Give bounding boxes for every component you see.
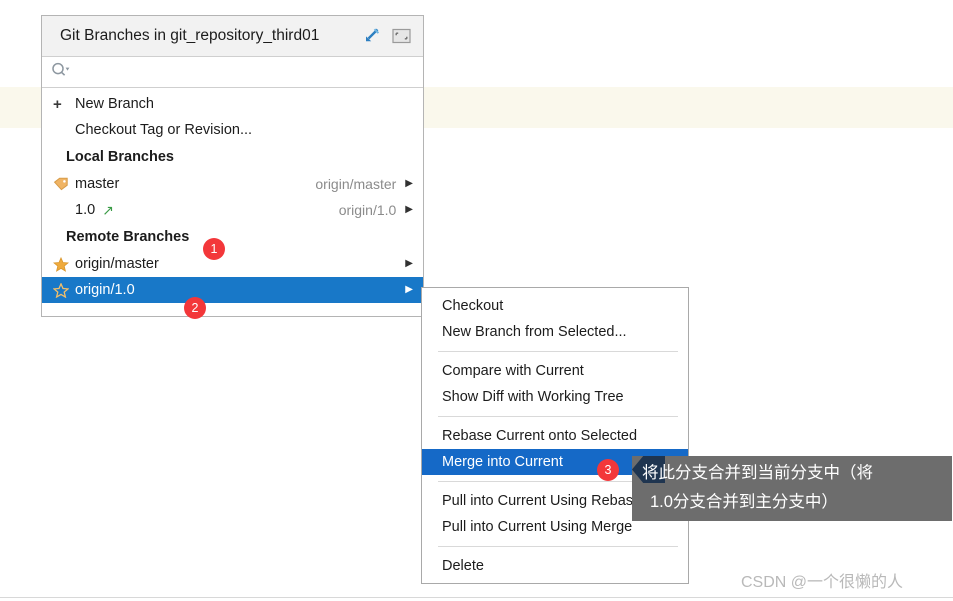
tracking-branch: origin/1.0 [338, 202, 397, 218]
menu-item-label: Show Diff with Working Tree [442, 389, 624, 405]
panel-title-bar: Git Branches in git_repository_third01 [42, 16, 423, 57]
menu-item-label: Compare with Current [442, 363, 584, 379]
title-actions [361, 27, 423, 45]
branch-name: origin/master [75, 256, 159, 272]
branch-row-1-0[interactable]: 1.0 ↗ origin/1.0 ▶ [42, 197, 423, 223]
tooltip-line-1: 将此分支合并到当前分支中（将 [642, 464, 873, 482]
menu-separator [438, 546, 678, 547]
menu-item-delete[interactable]: Delete [422, 553, 688, 579]
bottom-divider [0, 597, 953, 598]
action-new-branch[interactable]: + New Branch [42, 91, 423, 117]
menu-item-label: Pull into Current Using Rebase [442, 493, 642, 509]
tag-icon [53, 177, 75, 191]
section-label: Remote Branches [66, 229, 190, 245]
section-header-local-branches: Local Branches [42, 143, 423, 171]
branch-row-origin-master[interactable]: origin/master ▶ [42, 251, 423, 277]
git-branches-panel: Git Branches in git_repository_third01 +… [41, 15, 424, 317]
section-header-remote-branches: Remote Branches [42, 223, 423, 251]
chevron-right-icon[interactable]: ▶ [405, 285, 413, 295]
step-badge-3: 3 [597, 459, 619, 481]
branch-name: 1.0 [75, 202, 96, 218]
page-title: Git Branches in git_repository_third01 [60, 27, 320, 44]
branch-name: master [75, 176, 120, 192]
action-label: Checkout Tag or Revision... [75, 122, 253, 138]
menu-separator [438, 351, 678, 352]
settings-arrow-icon[interactable] [361, 27, 381, 45]
branch-list: + New Branch Checkout Tag or Revision...… [42, 88, 423, 303]
menu-separator [438, 416, 678, 417]
watermark: CSDN @一个很懒的人 [741, 574, 904, 591]
menu-item-checkout[interactable]: Checkout [422, 293, 688, 319]
search-row[interactable] [42, 57, 423, 88]
menu-item-label: Rebase Current onto Selected [442, 428, 638, 444]
step-badge-1: 1 [203, 238, 225, 260]
menu-item-label: Delete [442, 558, 484, 574]
menu-item-label: Merge into Current [442, 454, 563, 470]
star-filled-icon [53, 256, 75, 272]
menu-item-new-branch-from-selected[interactable]: New Branch from Selected... [422, 319, 688, 345]
restore-window-icon[interactable] [391, 27, 411, 45]
action-checkout-tag-or-revision[interactable]: Checkout Tag or Revision... [42, 117, 423, 143]
menu-item-compare-with-current[interactable]: Compare with Current [422, 358, 688, 384]
branch-row-master[interactable]: master origin/master ▶ [42, 171, 423, 197]
section-label: Local Branches [66, 149, 174, 165]
branch-context-menu: Checkout New Branch from Selected... Com… [421, 287, 689, 584]
star-outline-icon [53, 282, 75, 298]
menu-item-label: New Branch from Selected... [442, 324, 627, 340]
menu-item-show-diff-with-working-tree[interactable]: Show Diff with Working Tree [422, 384, 688, 410]
chevron-right-icon[interactable]: ▶ [405, 205, 413, 215]
tracking-branch: origin/master [315, 176, 397, 192]
branch-name: origin/1.0 [75, 282, 135, 298]
search-input[interactable] [71, 64, 379, 80]
menu-item-rebase-current-onto-selected[interactable]: Rebase Current onto Selected [422, 423, 688, 449]
menu-item-label: Checkout [442, 298, 504, 314]
green-arrow-icon: ↗ [102, 201, 114, 218]
action-label: New Branch [75, 96, 154, 112]
search-icon [51, 62, 71, 83]
tooltip-line-2: 1.0分支合并到主分支中） [650, 493, 838, 511]
merge-tooltip: 将此分支合并到当前分支中（将 1.0分支合并到主分支中） [632, 456, 952, 521]
chevron-right-icon[interactable]: ▶ [405, 259, 413, 269]
plus-icon: + [53, 95, 62, 113]
branch-row-origin-1-0[interactable]: origin/1.0 ▶ [42, 277, 423, 303]
menu-item-label: Pull into Current Using Merge [442, 519, 633, 535]
step-badge-2: 2 [184, 297, 206, 319]
chevron-right-icon[interactable]: ▶ [405, 179, 413, 189]
